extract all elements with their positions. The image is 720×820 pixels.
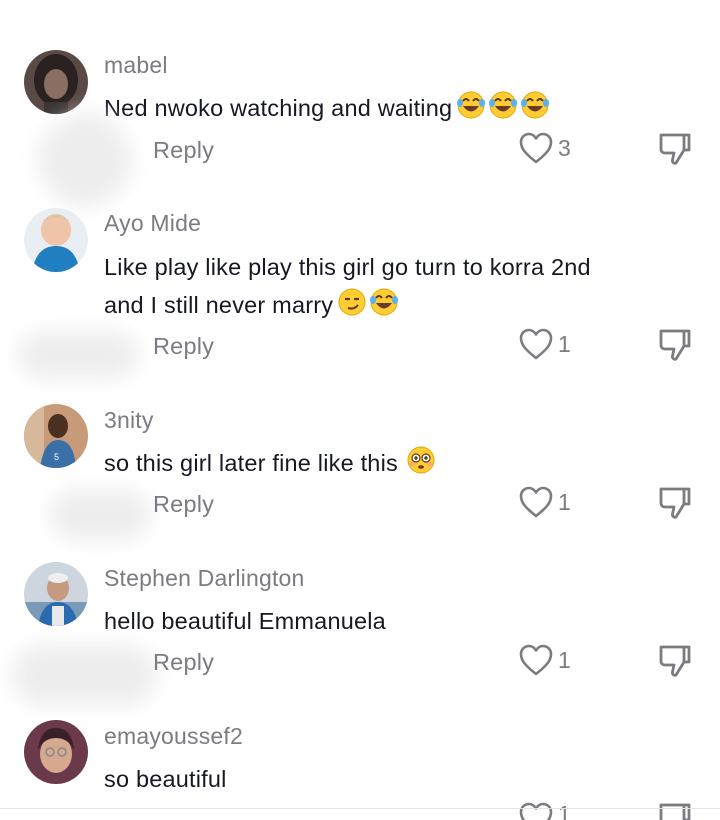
comment-text: so beautiful <box>104 760 624 798</box>
like-button[interactable]: 1 <box>518 327 571 361</box>
comment-text-content: hello beautiful Emmanuela <box>104 608 386 634</box>
avatar[interactable] <box>24 720 88 784</box>
svg-text:5: 5 <box>54 452 59 462</box>
like-count: 1 <box>558 488 571 515</box>
comment-username[interactable]: mabel <box>104 52 168 79</box>
dislike-button[interactable] <box>657 643 693 684</box>
comment-username[interactable]: Ayo Mide <box>104 210 201 237</box>
heart-icon <box>519 328 553 360</box>
avatar[interactable] <box>24 50 88 114</box>
like-count: 1 <box>558 330 571 357</box>
heart-icon <box>519 802 553 820</box>
dislike-button[interactable] <box>657 801 693 820</box>
bottom-divider <box>0 808 720 809</box>
like-button[interactable]: 1 <box>518 485 571 519</box>
dislike-button[interactable] <box>657 485 693 526</box>
thumbs-down-icon <box>659 329 691 361</box>
laughing-tears-emoji-icon <box>456 90 552 120</box>
redacted-timestamp <box>12 645 157 705</box>
thumbs-down-icon <box>659 133 691 165</box>
flushed-emoji-icon <box>406 445 436 475</box>
heart-icon <box>519 644 553 676</box>
thumbs-down-icon <box>659 487 691 519</box>
comment-text: Ned nwoko watching and waiting <box>104 89 624 127</box>
reply-button[interactable]: Reply <box>153 137 214 164</box>
avatar[interactable] <box>24 208 88 272</box>
reply-button[interactable]: Reply <box>153 333 214 360</box>
comment-text: so this girl later fine like this <box>104 444 624 482</box>
heart-icon <box>519 486 553 518</box>
comment-text-content: Ned nwoko watching and waiting <box>104 95 453 121</box>
smirk-emoji-icon <box>337 287 367 317</box>
comment-username[interactable]: emayoussef2 <box>104 723 243 750</box>
thumbs-down-icon <box>659 803 691 820</box>
comment-text: Like play like play this girl go turn to… <box>104 248 624 324</box>
like-button[interactable]: 3 <box>518 131 571 165</box>
redacted-timestamp <box>18 332 138 378</box>
avatar[interactable] <box>24 562 88 626</box>
like-count: 1 <box>558 646 571 673</box>
dislike-button[interactable] <box>657 131 693 172</box>
like-button[interactable]: 1 <box>518 643 571 677</box>
reply-button[interactable]: Reply <box>153 649 214 676</box>
like-count: 1 <box>558 801 571 820</box>
like-count: 3 <box>558 134 571 161</box>
laughing-tears-emoji-icon <box>369 287 399 317</box>
comment-text-content: so this girl later fine like this <box>104 450 398 476</box>
redacted-timestamp <box>50 490 150 540</box>
dislike-button[interactable] <box>657 327 693 368</box>
thumbs-down-icon <box>659 645 691 677</box>
comment-username[interactable]: Stephen Darlington <box>104 565 305 592</box>
comment-text-content: so beautiful <box>104 766 227 792</box>
comment-username[interactable]: 3nity <box>104 407 154 434</box>
like-button[interactable]: 1 <box>518 801 571 820</box>
avatar[interactable]: 5 <box>24 404 88 468</box>
reply-button[interactable]: Reply <box>153 491 214 518</box>
heart-icon <box>519 132 553 164</box>
comment-text: hello beautiful Emmanuela <box>104 602 624 640</box>
